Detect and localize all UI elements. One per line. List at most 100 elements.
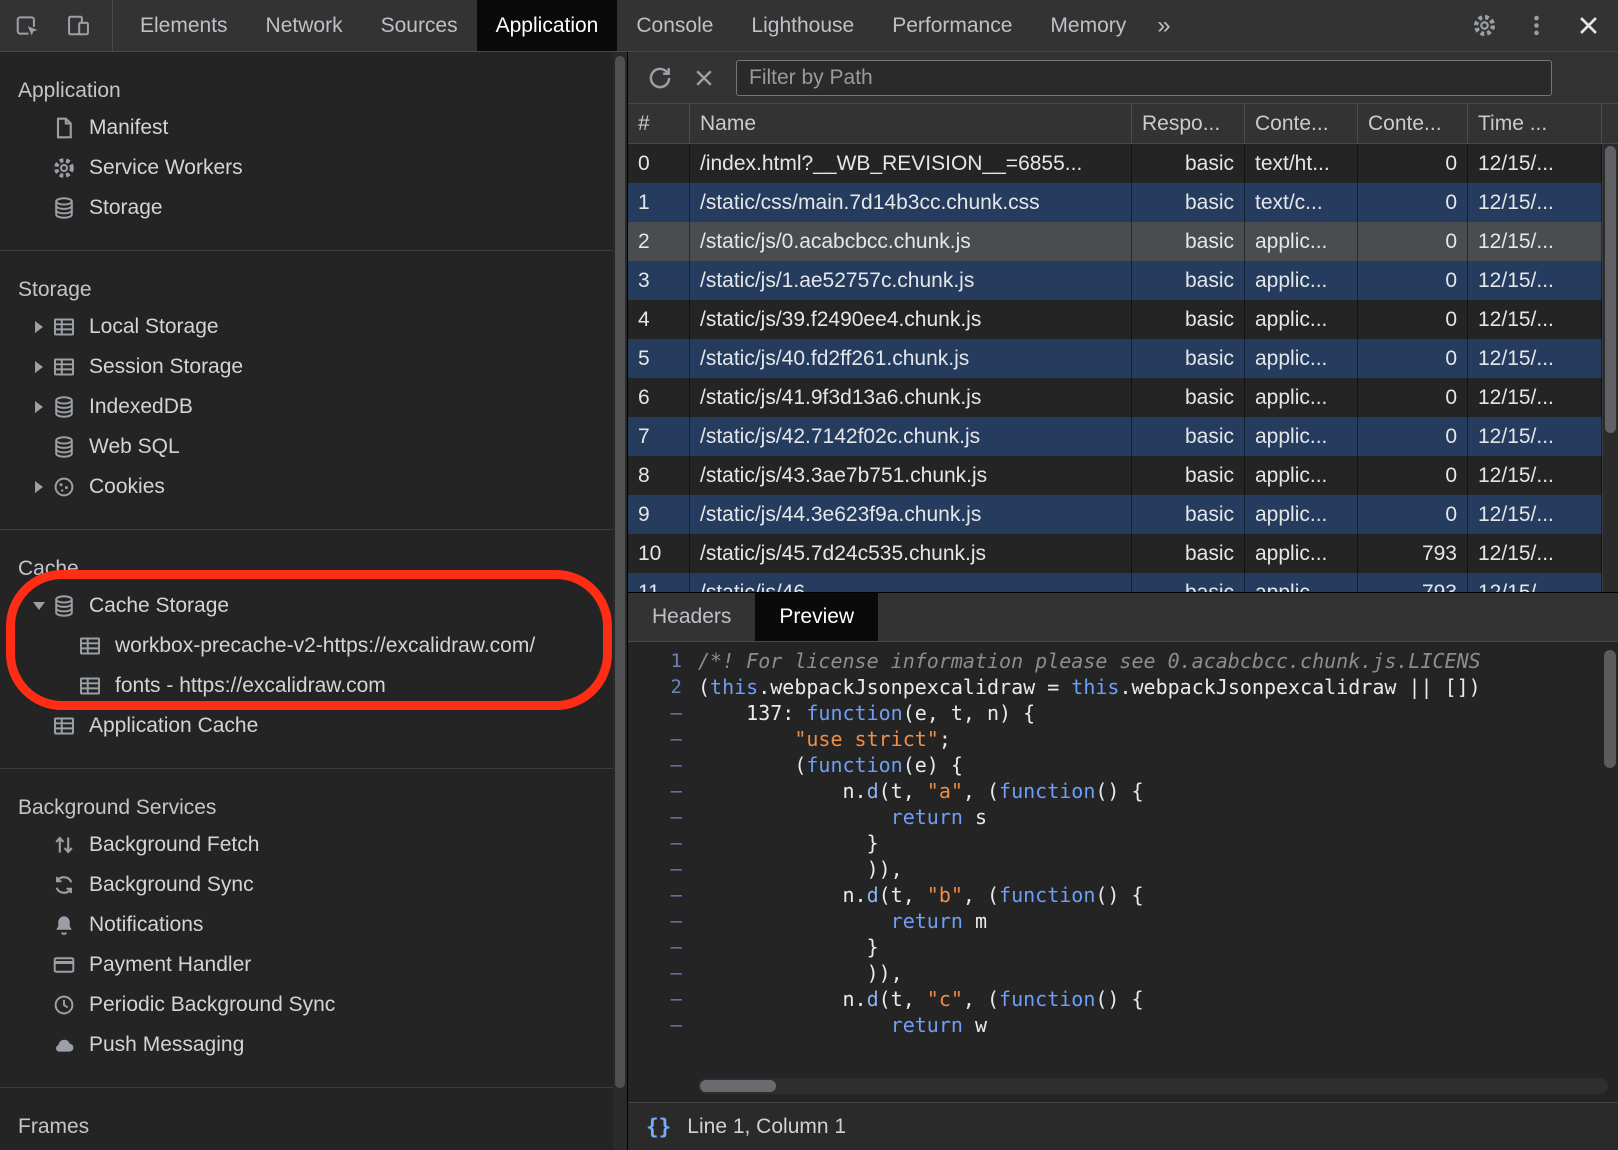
sidebar-item-fonts-https-excalidraw-com[interactable]: fonts - https://excalidraw.com: [0, 666, 627, 706]
sidebar-item-local-storage[interactable]: Local Storage: [0, 307, 627, 347]
tab-memory[interactable]: Memory: [1031, 0, 1145, 51]
inspect-element-button[interactable]: [0, 0, 52, 51]
table-row[interactable]: 6/static/js/41.9f3d13a6.chunk.jsbasicapp…: [628, 378, 1618, 417]
table-row[interactable]: 9/static/js/44.3e623f9a.chunk.jsbasicapp…: [628, 495, 1618, 534]
token-plain: n.: [698, 883, 867, 907]
sidebar-item-web-sql[interactable]: Web SQL: [0, 427, 627, 467]
expander-right-icon[interactable]: [26, 481, 52, 493]
table-row[interactable]: 10/static/js/45.7d24c535.chunk.jsbasicap…: [628, 534, 1618, 573]
sidebar-item-manifest[interactable]: Manifest: [0, 108, 627, 148]
sidebar-item-storage[interactable]: Storage: [0, 188, 627, 228]
table-row[interactable]: 1/static/css/main.7d14b3cc.chunk.cssbasi…: [628, 183, 1618, 222]
code-line: – n.d(t, "a", (function() {: [628, 778, 1618, 804]
sidebar-item-background-fetch[interactable]: Background Fetch: [0, 825, 627, 865]
code-horizontal-scrollbar[interactable]: [698, 1078, 1608, 1094]
column-header-3-conte[interactable]: Conte...: [1245, 104, 1358, 143]
sidebar-item-indexeddb[interactable]: IndexedDB: [0, 387, 627, 427]
tab-sources[interactable]: Sources: [362, 0, 477, 51]
code-line: – }: [628, 830, 1618, 856]
close-devtools-button[interactable]: [1562, 0, 1614, 51]
table-row[interactable]: 5/static/js/40.fd2ff261.chunk.jsbasicapp…: [628, 339, 1618, 378]
tab-lighthouse[interactable]: Lighthouse: [732, 0, 873, 51]
sidebar-item-cache-storage[interactable]: Cache Storage: [0, 586, 627, 626]
table-row[interactable]: 0/index.html?__WB_REVISION__=6855...basi…: [628, 144, 1618, 183]
sidebar-item-label: Session Storage: [89, 355, 243, 379]
table-row[interactable]: 4/static/js/39.f2490ee4.chunk.jsbasicapp…: [628, 300, 1618, 339]
expander-down-icon[interactable]: [26, 602, 52, 610]
settings-button[interactable]: [1458, 0, 1510, 51]
sidebar-scrollbar[interactable]: [613, 52, 627, 1150]
delete-selected-button[interactable]: [682, 56, 726, 100]
expander-right-icon[interactable]: [26, 401, 52, 413]
cell-content-length: 0: [1358, 183, 1468, 222]
code-line: – "use strict";: [628, 726, 1618, 752]
sidebar-item-cookies[interactable]: Cookies: [0, 467, 627, 507]
token-plain: )),: [698, 961, 903, 985]
tab-console[interactable]: Console: [617, 0, 732, 51]
code-horizontal-scrollbar-thumb[interactable]: [700, 1080, 776, 1092]
sidebar-item-notifications[interactable]: Notifications: [0, 905, 627, 945]
column-header-1-name[interactable]: Name: [690, 104, 1132, 143]
sidebar-item-service-workers[interactable]: Service Workers: [0, 148, 627, 188]
cell-name: /static/js/46...: [690, 573, 1132, 592]
sidebar-scrollbar-thumb[interactable]: [615, 56, 625, 1088]
line-number: –: [628, 752, 698, 778]
more-tabs-button[interactable]: »: [1145, 0, 1182, 51]
table-scrollbar-thumb[interactable]: [1605, 146, 1616, 433]
expander-right-icon[interactable]: [26, 361, 52, 373]
table-scrollbar[interactable]: [1602, 144, 1618, 592]
preview-code-area: 1/*! For license information please see …: [628, 642, 1618, 1102]
sidebar-item-periodic-background-sync[interactable]: Periodic Background Sync: [0, 985, 627, 1025]
sidebar-item-background-sync[interactable]: Background Sync: [0, 865, 627, 905]
cell-number: 5: [628, 339, 690, 378]
expander-right-icon[interactable]: [26, 321, 52, 333]
section-header-frames: Frames: [0, 1110, 627, 1144]
cell-time: 12/15/...: [1468, 261, 1602, 300]
column-header-2-respo[interactable]: Respo...: [1132, 104, 1245, 143]
cell-time: 12/15/...: [1468, 222, 1602, 261]
tab-elements[interactable]: Elements: [121, 0, 247, 51]
token-plain: .webpackJsonpexcalidraw || []): [1119, 675, 1480, 699]
customize-menu-button[interactable]: [1510, 0, 1562, 51]
code-line: – return m: [628, 908, 1618, 934]
cell-content-type: applic...: [1245, 456, 1358, 495]
delete-x-icon: [691, 65, 717, 91]
table-row[interactable]: 3/static/js/1.ae52757c.chunk.jsbasicappl…: [628, 261, 1618, 300]
token-plain: }: [698, 935, 879, 959]
sidebar-item-application-cache[interactable]: Application Cache: [0, 706, 627, 746]
table-row[interactable]: 8/static/js/43.3ae7b751.chunk.jsbasicapp…: [628, 456, 1618, 495]
column-header-4-conte[interactable]: Conte...: [1358, 104, 1468, 143]
tab-network[interactable]: Network: [247, 0, 362, 51]
sidebar-item-payment-handler[interactable]: Payment Handler: [0, 945, 627, 985]
table-row[interactable]: 11/static/js/46...basicapplic...79312/15…: [628, 573, 1618, 592]
table-row[interactable]: 2/static/js/0.acabcbcc.chunk.jsbasicappl…: [628, 222, 1618, 261]
line-number: –: [628, 726, 698, 752]
token-plain: [698, 1013, 891, 1037]
token-keyword: function: [999, 987, 1095, 1011]
cell-content-length: 0: [1358, 417, 1468, 456]
table-row[interactable]: 7/static/js/42.7142f02c.chunk.jsbasicapp…: [628, 417, 1618, 456]
sidebar-item-label: Background Fetch: [89, 833, 259, 857]
line-number: –: [628, 856, 698, 882]
cell-content-length: 0: [1358, 144, 1468, 183]
kebab-menu-icon: [1523, 12, 1550, 39]
token-string: "c": [927, 987, 963, 1011]
sidebar-item-workbox-precache-v2-https-excalidraw-com[interactable]: workbox-precache-v2-https://excalidraw.c…: [0, 626, 627, 666]
device-toolbar-button[interactable]: [52, 0, 104, 51]
column-header-0-x[interactable]: #: [628, 104, 690, 143]
code-text: }: [698, 934, 1618, 960]
sidebar-item-push-messaging[interactable]: Push Messaging: [0, 1025, 627, 1065]
tab-performance[interactable]: Performance: [873, 0, 1031, 51]
sidebar-item-session-storage[interactable]: Session Storage: [0, 347, 627, 387]
column-header-5-time[interactable]: Time ...: [1468, 104, 1602, 143]
code-line: 1/*! For license information please see …: [628, 648, 1618, 674]
tab-application[interactable]: Application: [477, 0, 618, 51]
device-toolbar-icon: [65, 12, 92, 39]
pretty-print-icon[interactable]: {}: [646, 1115, 671, 1139]
preview-tab-preview[interactable]: Preview: [755, 593, 878, 641]
code-vertical-scrollbar-thumb[interactable]: [1604, 650, 1616, 768]
cell-time: 12/15/...: [1468, 417, 1602, 456]
refresh-button[interactable]: [638, 56, 682, 100]
preview-tab-headers[interactable]: Headers: [628, 593, 755, 641]
filter-by-path-input[interactable]: [736, 60, 1552, 96]
